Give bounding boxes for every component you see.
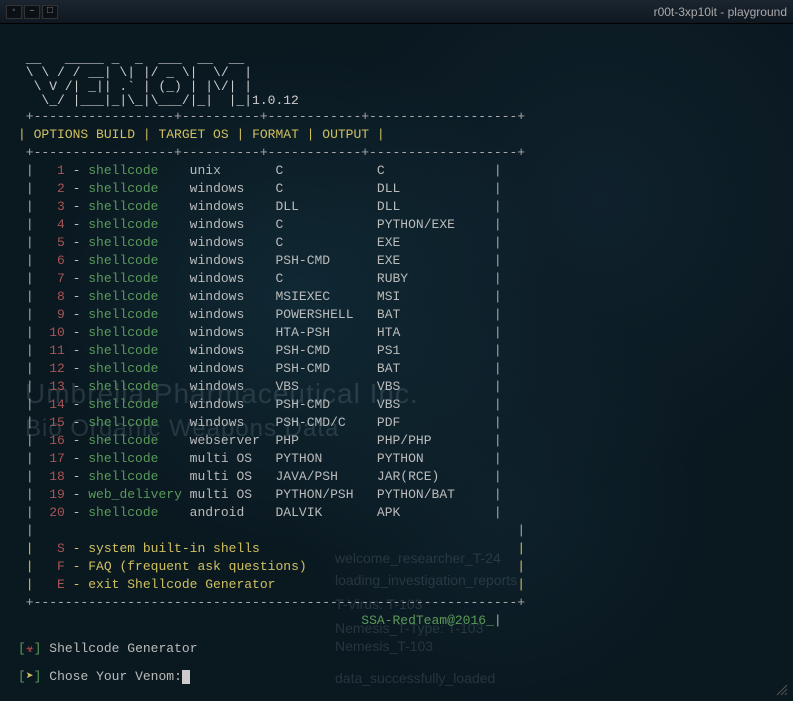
table-row[interactable]: | 17 - shellcode multi OS PYTHON PYTHON … [18, 450, 775, 468]
prompt-line-1: [☣] Shellcode Generator [18, 640, 775, 658]
window-maximize-button[interactable]: □ [42, 5, 58, 19]
menu-item-exit[interactable]: | E - exit Shellcode Generator | [18, 576, 775, 594]
table-row[interactable]: | 19 - web_delivery multi OS PYTHON/PSH … [18, 486, 775, 504]
table-row[interactable]: | 12 - shellcode windows PSH-CMD BAT | [18, 360, 775, 378]
terminal-output[interactable]: __ _____ _ _ ___ __ __ \ \ / / __| \| |/… [0, 24, 793, 694]
table-bottom-border: +---------------------------------------… [18, 594, 775, 612]
window-title: r00t-3xp10it - playground [654, 5, 787, 19]
table-row[interactable]: | 13 - shellcode windows VBS VBS | [18, 378, 775, 396]
table-row[interactable]: | 10 - shellcode windows HTA-PSH HTA | [18, 324, 775, 342]
table-row[interactable]: | 6 - shellcode windows PSH-CMD EXE | [18, 252, 775, 270]
table-row[interactable]: | 16 - shellcode webserver PHP PHP/PHP | [18, 432, 775, 450]
resize-icon [775, 683, 789, 697]
ascii-logo: __ _____ _ _ ___ __ __ \ \ / / __| \| |/… [18, 52, 775, 108]
window-resize-handle[interactable] [775, 683, 789, 697]
table-row[interactable]: | 4 - shellcode windows C PYTHON/EXE | [18, 216, 775, 234]
window-controls: ◦ – □ [6, 5, 58, 19]
version-text: 1.0.12 [252, 93, 299, 108]
window-menu-button[interactable]: ◦ [6, 5, 22, 19]
table-row[interactable]: | 18 - shellcode multi OS JAVA/PSH JAR(R… [18, 468, 775, 486]
table-top-border: +------------------+----------+---------… [18, 108, 775, 126]
footer-team-line: SSA-RedTeam@2016_| [18, 612, 775, 630]
table-row[interactable]: | 20 - shellcode android DALVIK APK | [18, 504, 775, 522]
table-row[interactable]: | 11 - shellcode windows PSH-CMD PS1 | [18, 342, 775, 360]
menu-item-shells[interactable]: | S - system built-in shells | [18, 540, 775, 558]
table-row[interactable]: | 5 - shellcode windows C EXE | [18, 234, 775, 252]
table-row[interactable]: | 1 - shellcode unix C C | [18, 162, 775, 180]
table-header: | OPTIONS BUILD | TARGET OS | FORMAT | O… [18, 126, 775, 144]
table-row[interactable]: | 7 - shellcode windows C RUBY | [18, 270, 775, 288]
terminal-cursor [182, 670, 190, 684]
window-titlebar[interactable]: ◦ – □ r00t-3xp10it - playground [0, 0, 793, 24]
table-row[interactable]: | 14 - shellcode windows PSH-CMD VBS | [18, 396, 775, 414]
table-row[interactable]: | 8 - shellcode windows MSIEXEC MSI | [18, 288, 775, 306]
table-row[interactable]: | 3 - shellcode windows DLL DLL | [18, 198, 775, 216]
table-row[interactable]: | 2 - shellcode windows C DLL | [18, 180, 775, 198]
table-row[interactable]: | 9 - shellcode windows POWERSHELL BAT | [18, 306, 775, 324]
table-blank-row: | | [18, 522, 775, 540]
table-row[interactable]: | 15 - shellcode windows PSH-CMD/C PDF | [18, 414, 775, 432]
menu-item-faq[interactable]: | F - FAQ (frequent ask questions) | [18, 558, 775, 576]
prompt-line-2[interactable]: [➤] Chose Your Venom: [18, 668, 775, 686]
table-header-border: +------------------+----------+---------… [18, 144, 775, 162]
window-minimize-button[interactable]: – [24, 5, 40, 19]
